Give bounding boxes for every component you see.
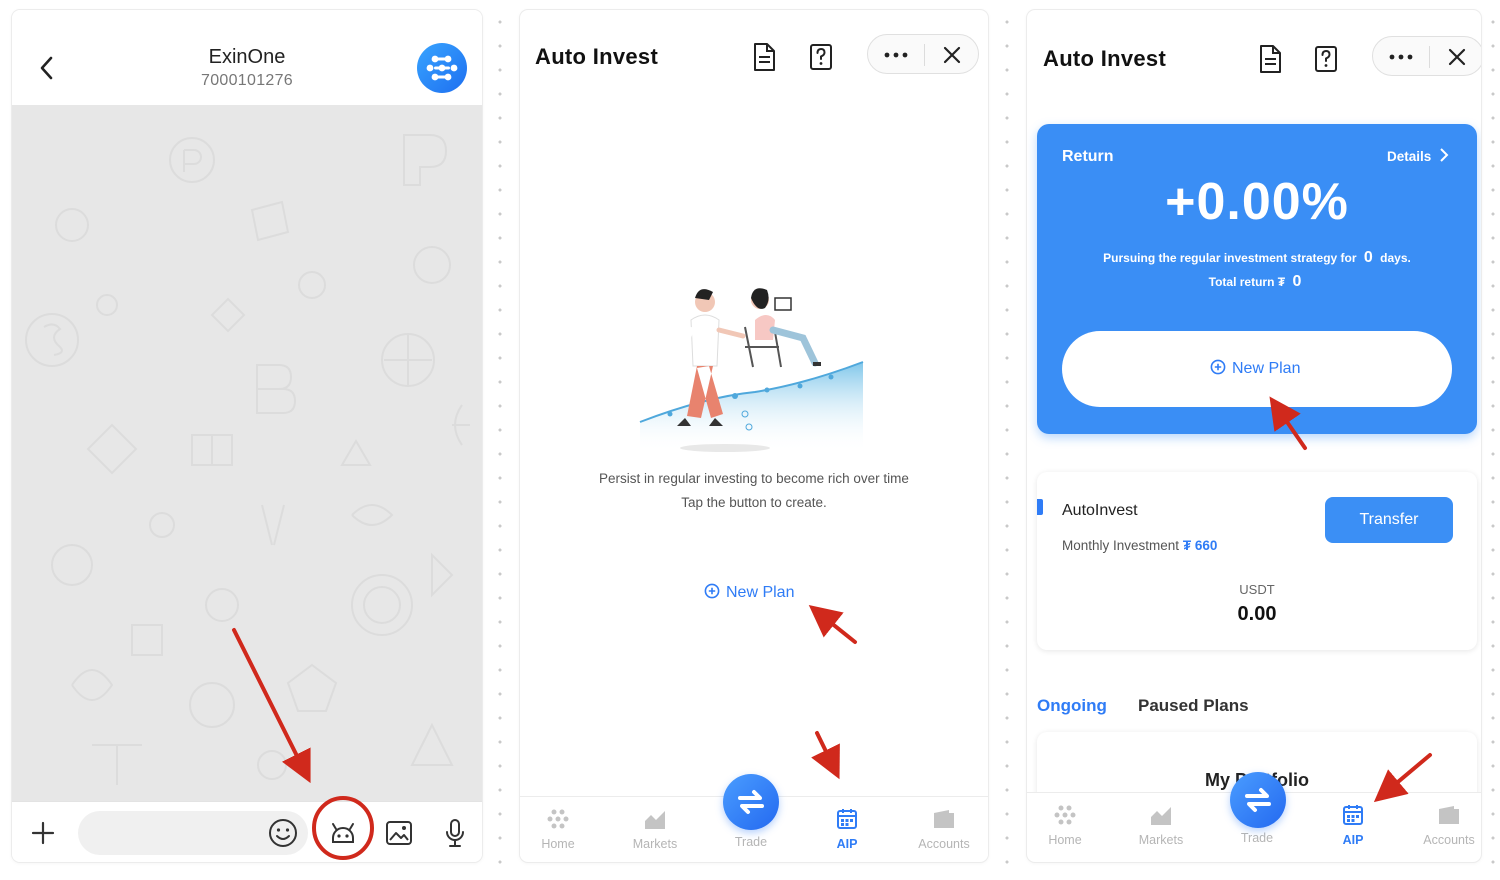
nav-home[interactable]: Home	[520, 807, 598, 851]
nav-trade[interactable]: Trade	[1217, 831, 1297, 845]
strategy-duration-text: Pursuing the regular investment strategy…	[1037, 249, 1477, 267]
total-return-label: Total return ₮	[1208, 275, 1286, 289]
chevron-right-icon	[1440, 148, 1449, 162]
document-icon[interactable]	[1257, 44, 1283, 74]
monthly-investment: Monthly Investment ₮ 660	[1062, 538, 1217, 553]
trade-button[interactable]	[1230, 772, 1286, 828]
close-icon[interactable]	[924, 35, 980, 75]
chat-header: ExinOne 7000101276	[12, 10, 482, 105]
tab-ongoing[interactable]: Ongoing	[1037, 696, 1107, 716]
strategy-days: 0	[1363, 249, 1373, 266]
nav-accounts-label: Accounts	[918, 837, 970, 851]
details-link[interactable]: Details	[1387, 148, 1449, 164]
details-label: Details	[1386, 149, 1432, 164]
separator-dots	[493, 0, 507, 880]
nav-home[interactable]: Home	[1027, 803, 1105, 847]
miniapp-capsule	[867, 34, 979, 74]
total-return-text: Total return ₮ 0	[1037, 273, 1477, 291]
wallet-icon	[934, 810, 954, 828]
more-icon[interactable]	[868, 35, 924, 75]
home-icon	[547, 809, 569, 829]
exinone-logo-icon	[426, 55, 458, 81]
empty-state-line-1: Persist in regular investing to become r…	[599, 471, 909, 486]
bot-icon[interactable]	[326, 816, 360, 850]
page-title: Auto Invest	[1043, 46, 1167, 71]
help-book-icon[interactable]	[1313, 44, 1339, 74]
tab-paused-plans[interactable]: Paused Plans	[1138, 696, 1249, 716]
transfer-button[interactable]: Transfer	[1325, 497, 1453, 543]
document-icon[interactable]	[751, 42, 777, 72]
balance-value: 0.00	[1237, 603, 1277, 625]
chat-message-area[interactable]	[12, 105, 482, 801]
emoji-icon[interactable]	[266, 816, 300, 850]
plan-card[interactable]: AutoInvest Monthly Investment ₮ 660 Tran…	[1037, 472, 1477, 650]
calendar-icon	[837, 809, 857, 829]
miniapp-capsule	[1372, 36, 1481, 76]
chat-screen: ExinOne 7000101276	[12, 10, 482, 862]
new-plan-label: New Plan	[726, 584, 795, 601]
plan-indicator	[1037, 499, 1043, 515]
nav-trade-label: Trade	[1240, 831, 1274, 845]
chat-title: ExinOne	[208, 46, 286, 68]
new-plan-label: New Plan	[1232, 360, 1301, 377]
chat-id: 7000101276	[201, 72, 293, 89]
plus-icon[interactable]	[26, 816, 60, 850]
trade-button[interactable]	[723, 774, 779, 830]
chat-wallpaper-pattern	[25, 134, 470, 785]
return-percentage: +0.00%	[1165, 173, 1349, 231]
nav-accounts-label: Accounts	[1423, 833, 1475, 847]
chat-input-bar	[12, 801, 482, 862]
close-icon[interactable]	[1429, 37, 1481, 77]
nav-trade-label: Trade	[734, 835, 768, 849]
nav-aip[interactable]: AIP	[807, 807, 887, 851]
plus-circle-icon	[1210, 359, 1226, 375]
wallet-icon	[1439, 806, 1459, 824]
plus-circle-icon	[704, 583, 720, 599]
nav-home-label: Home	[541, 837, 575, 851]
swap-arrows-icon	[738, 790, 764, 814]
swap-arrows-icon	[1245, 788, 1271, 812]
help-book-icon[interactable]	[808, 42, 834, 72]
more-icon[interactable]	[1373, 37, 1429, 77]
new-plan-button[interactable]: New Plan	[704, 583, 794, 602]
auto-invest-empty-screen: Auto Invest Persist in regular investing…	[520, 10, 988, 862]
nav-aip-label: AIP	[1342, 833, 1364, 847]
nav-home-label: Home	[1048, 833, 1082, 847]
new-plan-content: New Plan	[1210, 359, 1300, 378]
separator-dots	[1486, 0, 1500, 880]
nav-accounts[interactable]: Accounts	[1409, 803, 1481, 847]
monthly-amount: ₮ 660	[1182, 538, 1218, 553]
total-return-value: 0	[1292, 273, 1302, 290]
plan-name: AutoInvest	[1062, 502, 1138, 519]
markets-chart-icon	[645, 811, 665, 829]
strategy-prefix: Pursuing the regular investment strategy…	[1103, 251, 1357, 265]
empty-state-illustration	[639, 288, 864, 452]
balance-unit: USDT	[1239, 582, 1275, 597]
auto-invest-active-screen: Auto Invest Return Details +0.00% Pursui…	[1027, 10, 1481, 862]
nav-aip[interactable]: AIP	[1313, 803, 1393, 847]
strategy-suffix: days.	[1380, 251, 1411, 265]
microphone-icon[interactable]	[438, 816, 472, 850]
return-label: Return	[1062, 148, 1114, 165]
image-icon[interactable]	[382, 816, 416, 850]
calendar-icon	[1343, 805, 1363, 825]
new-plan-button[interactable]: New Plan	[1062, 331, 1452, 407]
empty-state-line-2: Tap the button to create.	[681, 495, 827, 510]
monthly-label: Monthly Investment	[1062, 538, 1180, 553]
nav-markets[interactable]: Markets	[1121, 803, 1201, 847]
nav-markets-label: Markets	[1138, 833, 1184, 847]
separator-dots	[1000, 0, 1014, 880]
bot-avatar[interactable]	[417, 43, 467, 93]
nav-markets-label: Markets	[632, 837, 678, 851]
page-title: Auto Invest	[535, 44, 659, 69]
nav-accounts[interactable]: Accounts	[904, 807, 984, 851]
markets-chart-icon	[1151, 807, 1171, 825]
home-icon	[1054, 805, 1076, 825]
nav-markets[interactable]: Markets	[615, 807, 695, 851]
nav-aip-label: AIP	[836, 837, 858, 851]
nav-trade[interactable]: Trade	[711, 835, 791, 849]
return-card: Return Details +0.00% Pursuing the regul…	[1037, 124, 1477, 434]
